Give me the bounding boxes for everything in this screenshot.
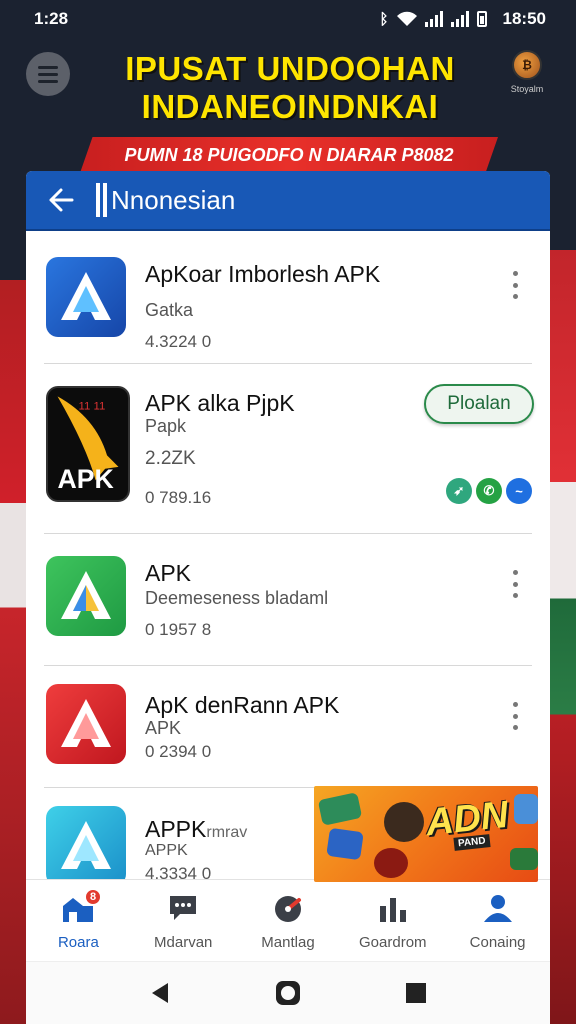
header-title-text: Nnonesian (111, 184, 236, 215)
back-button[interactable] (26, 171, 96, 230)
brand-text: Stoyalm (510, 84, 544, 94)
app-size: 0 2394 0 (145, 742, 212, 761)
system-nav-bar (26, 961, 550, 1024)
promo-ribbon: PUMN 18 PUIGODFO N DIARAR P8082 (80, 137, 498, 173)
app-row[interactable]: ApK denRann APK APK 0 2394 0 (44, 666, 532, 788)
svg-text:11 11: 11 11 (78, 401, 105, 413)
app-subtitle: APPK (145, 842, 188, 859)
nav-item-chart[interactable]: Goardrom (340, 880, 445, 961)
banner-title-line1: IPUSAT UNDOOHAN (125, 50, 455, 87)
brand-coin-icon: ₿ (512, 50, 542, 80)
ad-graphic (514, 794, 538, 824)
app-subtitle: APK (145, 718, 182, 738)
app-size: 2.2ZK (145, 448, 196, 469)
chart-icon (376, 892, 410, 924)
ad-graphic (384, 802, 424, 842)
ad-graphic (374, 848, 408, 878)
app-name: APK (145, 560, 192, 586)
signal-icon (424, 11, 443, 27)
nav-item-gauge[interactable]: Mantlag (236, 880, 341, 961)
ad-banner[interactable]: ADN PAND (314, 786, 538, 882)
nav-label: Mantlag (261, 934, 315, 951)
ad-graphic (317, 792, 363, 826)
app-subtitle: Deemeseness bladaml (145, 588, 329, 608)
app-subtitle: Gatka (145, 300, 194, 320)
system-recents-button[interactable] (398, 975, 434, 1011)
share-icons: ➶ ✆ ~ (446, 478, 532, 504)
nav-item-home[interactable]: 8 Roara (26, 880, 131, 961)
header-title: Nnonesian (96, 183, 235, 217)
app-name: APPKrmrav (145, 816, 247, 843)
status-clock-right: 18:50 (502, 9, 546, 28)
more-options-icon[interactable] (504, 267, 526, 303)
signal-icon-2 (450, 11, 469, 27)
app-name: APK alka PjpK (145, 390, 295, 416)
app-subtitle: Papk (145, 416, 187, 436)
chat-icon (166, 892, 200, 924)
status-bar: 1:28 ᛒ 18:50 (0, 0, 576, 38)
apk-logo-icon (46, 556, 126, 636)
back-triangle-icon (152, 983, 168, 1003)
app-header: Nnonesian (26, 171, 550, 231)
install-button[interactable]: Ploalan (424, 384, 534, 424)
banner-title-line2: INDANEOINDNKAI (141, 88, 439, 125)
status-time: 1:28 (34, 9, 69, 28)
ad-graphic (326, 827, 364, 861)
ad-tag: PAND (453, 834, 491, 851)
app-name-suffix: rmrav (206, 824, 248, 841)
ad-graphic (510, 848, 538, 870)
apk-logo-icon (46, 257, 126, 337)
apk-logo-icon (46, 806, 126, 886)
nav-label: Conaing (469, 934, 526, 951)
app-extra-info: 0 789.16 (145, 488, 212, 507)
app-size: 4.3224 0 (145, 332, 212, 351)
nav-badge: 8 (84, 888, 102, 906)
app-card: Nnonesian ApKoar Imborlesh APK Gatka 4.3… (26, 171, 550, 1024)
nav-item-user[interactable]: Conaing (445, 880, 550, 961)
battery-icon (476, 11, 487, 27)
brand-logo: ₿ Stoyalm (504, 50, 550, 100)
app-size: 0 1957 8 (145, 620, 212, 639)
whatsapp-icon[interactable]: ✆ (476, 478, 502, 504)
app-name: ApK denRann APK (145, 692, 340, 718)
more-options-icon[interactable] (504, 698, 526, 734)
wifi-icon (396, 11, 417, 26)
user-icon (481, 892, 515, 924)
bottom-nav: 8 Roara Mdarvan Mantlag Goardrom Conaing (26, 879, 550, 961)
gauge-icon (271, 892, 305, 924)
app-row[interactable]: ApKoar Imborlesh APK Gatka 4.3224 0 (44, 231, 532, 364)
banner-title: IPUSAT UNDOOHAN INDANEOINDNKAI (90, 50, 490, 126)
app-name: ApKoar Imborlesh APK (145, 261, 381, 287)
apk-bird-icon: APK 11 11 (46, 386, 130, 502)
system-home-button[interactable] (270, 975, 306, 1011)
nav-label: Goardrom (359, 934, 427, 951)
menu-button[interactable] (26, 52, 70, 96)
app-row[interactable]: APK Deemeseness bladaml 0 1957 8 (44, 534, 532, 666)
recents-square-icon (406, 983, 426, 1003)
system-back-button[interactable] (142, 975, 178, 1011)
svg-text:APK: APK (58, 464, 114, 494)
more-options-icon[interactable] (504, 566, 526, 602)
nav-label: Mdarvan (154, 934, 213, 951)
app-name-main: APPK (145, 816, 207, 842)
messenger-icon[interactable]: ~ (506, 478, 532, 504)
home-circle-icon (276, 981, 300, 1005)
app-row[interactable]: APK 11 11 APK alka PjpK Papk 2.2ZK 0 789.… (44, 364, 534, 534)
apk-logo-icon (46, 684, 126, 764)
back-arrow-icon (49, 188, 74, 212)
nav-item-chat[interactable]: Mdarvan (131, 880, 236, 961)
share-icon[interactable]: ➶ (446, 478, 472, 504)
status-icons: ᛒ 18:50 (380, 9, 547, 29)
nav-label: Roara (57, 934, 99, 951)
bluetooth-icon: ᛒ (379, 10, 389, 28)
